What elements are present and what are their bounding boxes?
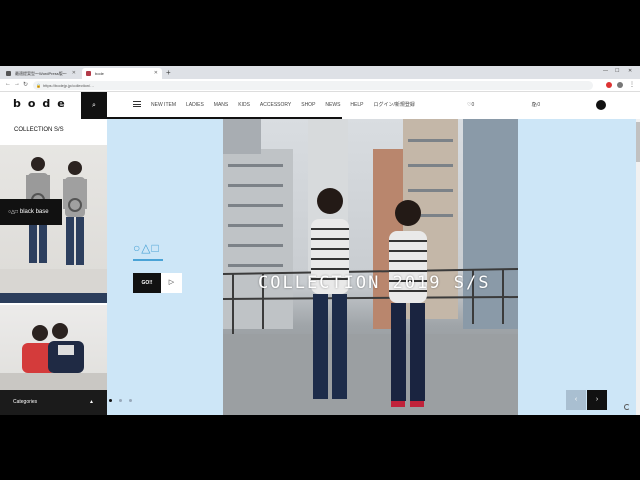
tab-favicon-icon <box>86 71 91 76</box>
sidebar: COLLECTION S/S ○△□ black base Categories… <box>0 119 107 415</box>
forward-icon[interactable]: → <box>14 81 20 87</box>
kids-illustration <box>0 323 107 390</box>
hamburger-menu-icon[interactable] <box>133 101 141 107</box>
favorites-button[interactable]: ♡0 <box>467 92 474 119</box>
browser-window: 最適提案型〜WordPress版〜 ✕ bode ✕ + — ☐ ✕ ← → ↻… <box>0 66 640 415</box>
back-icon[interactable]: ← <box>5 81 11 87</box>
browser-menu-icon[interactable]: ⋮ <box>629 81 635 88</box>
nav-item-new-item[interactable]: NEW ITEM <box>151 92 176 119</box>
site-header: bode ⌕ NEW ITEM LADIES MANS KIDS ACCESSO… <box>0 92 640 119</box>
chevron-left-icon: ‹ <box>574 396 578 403</box>
slider-prev-button[interactable]: ‹ <box>566 390 586 410</box>
nav-item-kids[interactable]: KIDS <box>238 92 250 119</box>
page-scrollbar[interactable] <box>636 119 640 415</box>
tab-bar: 最適提案型〜WordPress版〜 ✕ bode ✕ + — ☐ ✕ <box>0 66 640 79</box>
slider-dot[interactable] <box>119 399 122 402</box>
address-text: https://bodejp.jp/collection/… <box>43 83 95 88</box>
browser-toolbar: ← → ↻ 🔒 https://bodejp.jp/collection/… ⋮ <box>0 79 640 92</box>
sidebar-title: COLLECTION S/S <box>14 127 64 133</box>
hero-photo-illustration <box>223 119 518 415</box>
hero-photo <box>223 119 518 415</box>
extension-icon[interactable] <box>606 82 612 88</box>
hero-slider: ○△□ GO!! ▷ COLLECTION 2019 S/S ‹ › <box>107 119 640 415</box>
site-logo[interactable]: bode <box>13 97 72 110</box>
nav-item-login[interactable]: ログイン/新規登録 <box>373 92 414 119</box>
cart-button[interactable]: 🛍0 <box>531 92 540 119</box>
brand-symbol: ○△□ <box>133 241 160 255</box>
nav-item-accessory[interactable]: ACCESSORY <box>260 92 291 119</box>
close-window-icon[interactable]: ✕ <box>628 68 632 74</box>
tab-favicon-icon <box>6 71 11 76</box>
categories-bar[interactable]: Categories ▲ <box>0 390 107 415</box>
tab-close-icon[interactable]: ✕ <box>154 68 158 79</box>
loading-spinner-icon <box>624 404 630 410</box>
nav-item-help[interactable]: HELP <box>350 92 363 119</box>
lock-icon: 🔒 <box>36 83 41 88</box>
favorites-count: 0 <box>471 102 475 108</box>
minimize-icon[interactable]: — <box>603 68 608 74</box>
categories-label: Categories <box>13 399 38 405</box>
reload-icon[interactable]: ↻ <box>23 81 28 88</box>
chevron-up-icon: ▲ <box>89 399 94 405</box>
hover-label[interactable]: ○△□ black base <box>0 199 62 225</box>
new-tab-button[interactable]: + <box>166 67 171 79</box>
maximize-icon[interactable]: ☐ <box>615 68 619 74</box>
go-button[interactable]: GO!! <box>133 273 161 293</box>
hover-label-text: black base <box>19 209 49 215</box>
slider-dot[interactable] <box>109 399 112 402</box>
tab-label: bode <box>95 71 104 76</box>
profile-icon[interactable] <box>617 82 623 88</box>
slider-pagination <box>109 399 132 402</box>
global-nav: NEW ITEM LADIES MANS KIDS ACCESSORY SHOP… <box>151 92 425 119</box>
nav-item-news[interactable]: NEWS <box>325 92 340 119</box>
nav-item-mans[interactable]: MANS <box>214 92 228 119</box>
play-button[interactable]: ▷ <box>161 273 182 293</box>
tab-close-icon[interactable]: ✕ <box>72 68 76 79</box>
nav-item-shop[interactable]: SHOP <box>301 92 315 119</box>
hover-label-mark: ○△□ <box>8 209 18 215</box>
hero-title: COLLECTION 2019 S/S <box>258 273 491 293</box>
collection-thumbnail-1[interactable]: ○△□ black base <box>0 145 107 303</box>
browser-tab-2[interactable]: bode ✕ <box>82 68 162 79</box>
slider-next-button[interactable]: › <box>587 390 607 410</box>
address-bar[interactable]: 🔒 https://bodejp.jp/collection/… <box>33 81 593 90</box>
account-icon[interactable] <box>596 100 606 110</box>
scrollbar-thumb[interactable] <box>636 122 640 162</box>
tab-label: 最適提案型〜WordPress版〜 <box>15 71 67 76</box>
accent-underline <box>133 259 163 261</box>
nav-item-ladies[interactable]: LADIES <box>186 92 204 119</box>
slider-dot[interactable] <box>129 399 132 402</box>
search-icon: ⌕ <box>92 102 96 109</box>
play-icon: ▷ <box>168 279 175 286</box>
cart-count: 0 <box>537 102 541 108</box>
collection-thumbnail-2[interactable] <box>0 305 107 390</box>
search-button[interactable]: ⌕ <box>81 92 107 119</box>
chevron-right-icon: › <box>595 396 599 403</box>
browser-tab-1[interactable]: 最適提案型〜WordPress版〜 ✕ <box>2 68 80 79</box>
